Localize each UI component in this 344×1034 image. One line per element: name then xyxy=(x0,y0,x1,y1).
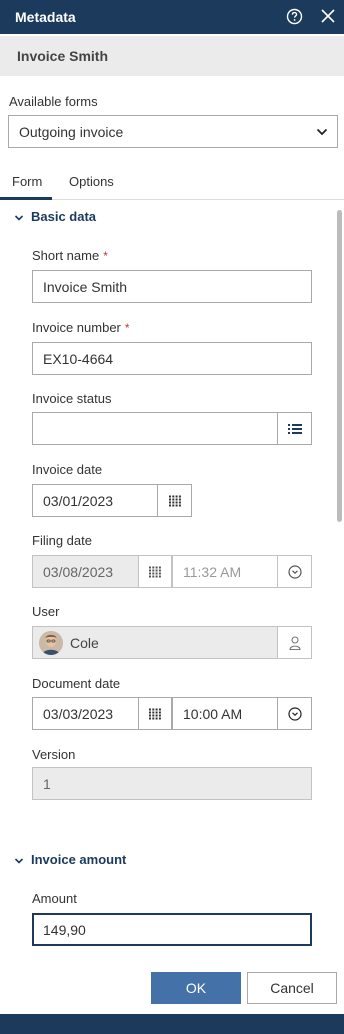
document-date-calendar-button[interactable] xyxy=(138,697,172,730)
dialog-title: Metadata xyxy=(15,9,76,25)
chevron-down-icon xyxy=(14,854,24,864)
invoice-date-field[interactable]: 03/01/2023 xyxy=(32,484,158,517)
calendar-grid-icon xyxy=(149,566,161,577)
calendar-grid-icon xyxy=(168,495,181,506)
document-date-field[interactable]: 03/03/2023 xyxy=(32,697,139,730)
person-icon xyxy=(288,635,301,650)
user-picker-button xyxy=(277,626,312,659)
version-label: Version xyxy=(32,747,76,762)
short-name-label: Short name * xyxy=(32,248,108,263)
tab-bar: Form Options xyxy=(0,170,344,200)
required-marker: * xyxy=(124,321,130,335)
document-date-label: Document date xyxy=(32,676,121,691)
invoice-date-value: 03/01/2023 xyxy=(43,493,114,509)
invoice-status-label: Invoice status xyxy=(32,391,112,406)
filing-date-field: 03/08/2023 xyxy=(32,555,139,588)
document-header: Invoice Smith xyxy=(0,36,344,76)
clock-icon xyxy=(287,564,302,579)
filing-date-label: Filing date xyxy=(32,533,92,548)
required-marker: * xyxy=(103,249,108,263)
invoice-number-label-text: Invoice number xyxy=(32,320,121,335)
user-value: Cole xyxy=(70,635,99,651)
available-forms-label: Available forms xyxy=(9,94,98,109)
section-invoice-amount-title: Invoice amount xyxy=(31,852,127,867)
user-label: User xyxy=(32,604,60,619)
bottom-bar xyxy=(0,1014,344,1034)
invoice-number-label: Invoice number * xyxy=(32,320,130,335)
amount-field[interactable]: 149,90 xyxy=(32,913,312,946)
user-field: Cole xyxy=(32,626,278,659)
amount-value: 149,90 xyxy=(43,922,86,938)
active-tab-indicator xyxy=(0,197,52,200)
help-circle-icon[interactable] xyxy=(286,8,303,25)
version-value: 1 xyxy=(43,776,51,792)
document-title: Invoice Smith xyxy=(17,48,109,64)
document-time-value: 10:00 AM xyxy=(183,706,243,722)
invoice-status-list-button[interactable] xyxy=(277,412,312,445)
cancel-button[interactable]: Cancel xyxy=(247,972,337,1004)
ok-button[interactable]: OK xyxy=(151,972,241,1004)
tab-form[interactable]: Form xyxy=(12,174,42,189)
section-invoice-amount[interactable]: Invoice amount xyxy=(14,852,126,867)
invoice-status-field[interactable] xyxy=(32,412,278,445)
filing-time-clock-button xyxy=(277,555,312,588)
document-date-value: 03/03/2023 xyxy=(43,706,114,722)
scrollbar-thumb[interactable] xyxy=(337,210,342,522)
short-name-label-text: Short name xyxy=(32,248,100,263)
invoice-date-calendar-button[interactable] xyxy=(157,484,192,517)
tab-options[interactable]: Options xyxy=(69,174,114,189)
filing-time-field: 11:32 AM xyxy=(172,555,278,588)
filing-date-value: 03/08/2023 xyxy=(43,564,114,580)
document-time-field[interactable]: 10:00 AM xyxy=(172,697,278,730)
section-basic-data[interactable]: Basic data xyxy=(14,209,96,224)
chevron-down-icon xyxy=(316,128,328,136)
invoice-number-field[interactable]: EX10-4664 xyxy=(32,342,312,375)
document-time-clock-button[interactable] xyxy=(277,697,312,730)
filing-time-value: 11:32 AM xyxy=(183,564,242,580)
invoice-number-value: EX10-4664 xyxy=(43,351,114,367)
list-icon xyxy=(287,423,302,434)
chevron-down-icon xyxy=(14,211,24,221)
title-bar: Metadata xyxy=(0,0,344,34)
available-forms-select[interactable]: Outgoing invoice xyxy=(8,115,338,148)
available-forms-value: Outgoing invoice xyxy=(19,124,124,140)
section-basic-data-title: Basic data xyxy=(31,209,97,224)
calendar-grid-icon xyxy=(149,708,161,719)
close-icon[interactable] xyxy=(320,8,336,24)
invoice-date-label: Invoice date xyxy=(32,462,103,477)
amount-label: Amount xyxy=(32,891,77,906)
short-name-field[interactable]: Invoice Smith xyxy=(32,270,312,303)
short-name-value: Invoice Smith xyxy=(43,279,128,295)
avatar xyxy=(39,631,63,655)
version-field: 1 xyxy=(32,767,312,800)
clock-icon xyxy=(287,706,302,721)
filing-date-calendar-button xyxy=(138,555,172,588)
